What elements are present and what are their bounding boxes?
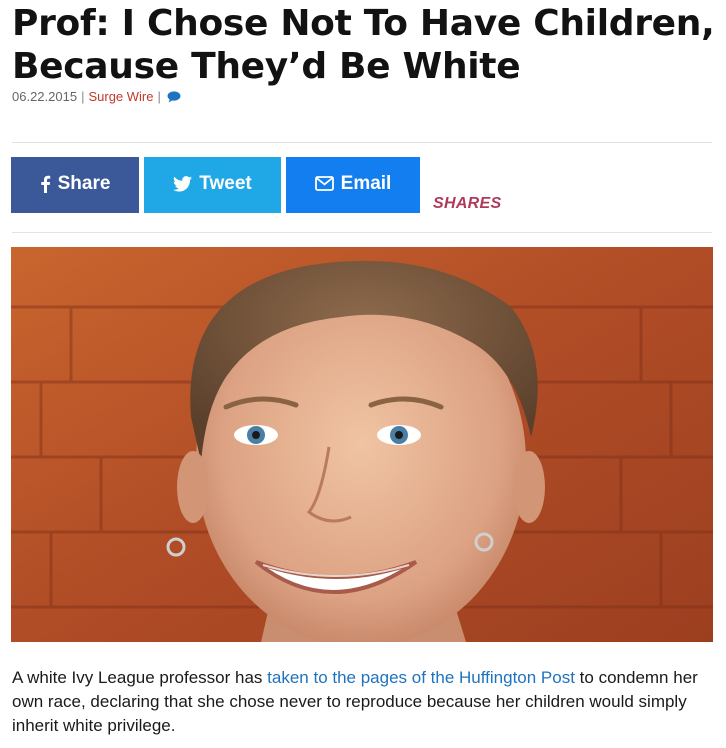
envelope-icon [314, 176, 334, 191]
headline-line-1: Prof: I Chose Not To Have Children, [12, 3, 715, 44]
divider-bottom [12, 232, 712, 233]
body-intro-text: A white Ivy League professor has [12, 668, 268, 687]
twitter-bird-icon [173, 175, 193, 192]
comment-bubble-icon[interactable] [167, 90, 181, 103]
facebook-share-label: Share [57, 172, 111, 194]
meta-separator-2: | [157, 89, 161, 104]
twitter-tweet-label: Tweet [199, 172, 252, 194]
article-headline: Prof: I Chose Not To Have Children, Beca… [12, 2, 726, 88]
article-meta: 06.22.2015 | Surge Wire | [12, 89, 181, 104]
publish-date: 06.22.2015 [12, 89, 78, 104]
email-share-label: Email [340, 172, 392, 194]
huffington-post-link[interactable]: taken to the pages of the Huffington Pos… [267, 668, 575, 687]
article-photo [11, 247, 713, 642]
article-page: Prof: I Chose Not To Have Children, Beca… [0, 0, 726, 748]
facebook-share-button[interactable]: Share [11, 157, 139, 213]
portrait-illustration [11, 247, 713, 642]
twitter-tweet-button[interactable]: Tweet [144, 157, 281, 213]
article-body-paragraph: A white Ivy League professor has taken t… [12, 666, 717, 738]
headline-line-2: Because They’d Be White [12, 46, 521, 87]
divider-top [12, 142, 712, 143]
author-link[interactable]: Surge Wire [88, 89, 153, 104]
shares-count-label: SHARES [433, 195, 502, 212]
meta-separator: | [81, 89, 85, 104]
facebook-icon [40, 175, 51, 193]
email-share-button[interactable]: Email [286, 157, 420, 213]
